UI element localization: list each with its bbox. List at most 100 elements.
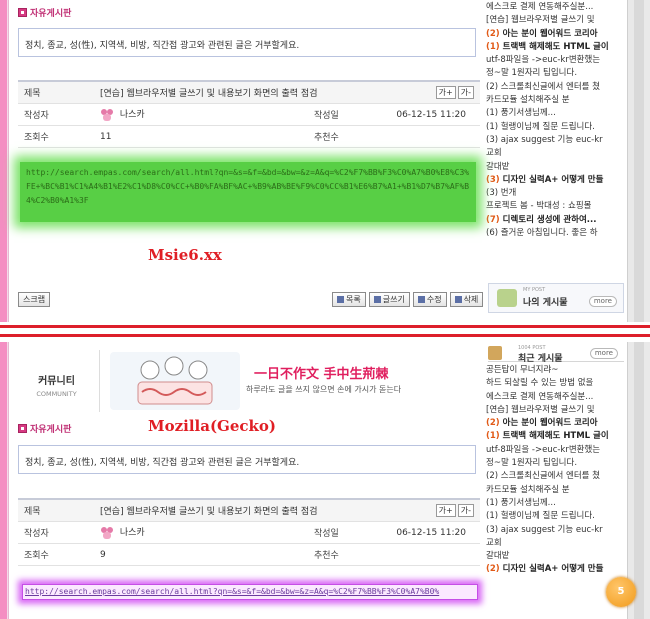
- list-item-text: 트랙백 해제해도 HTML 글이: [502, 431, 609, 442]
- list-item-text: 디자인 실력A+ 어떻게 만들: [502, 564, 604, 575]
- list-item[interactable]: utf-8파일을 ->euc-kr변환했는: [486, 444, 626, 457]
- font-increase-button[interactable]: 가+: [435, 86, 456, 99]
- list-item[interactable]: 에스크로 결제 연동해주실분...: [486, 391, 626, 404]
- board-title[interactable]: 자유게시판: [18, 6, 71, 19]
- list-item[interactable]: (3) 디자인 실력A+ 어떻게 만들: [486, 174, 626, 187]
- community-label[interactable]: 커뮤니티 COMMUNITY: [14, 350, 100, 412]
- scroll-top-button[interactable]: 5: [606, 577, 636, 607]
- list-item[interactable]: (7) 디렉토리 생성에 관하여...: [486, 214, 626, 227]
- list-item[interactable]: 공든탑이 무너지랴~: [486, 364, 626, 377]
- write-button-label: 글쓰기: [382, 295, 405, 304]
- list-item-text: 트랙백 해제해도 HTML 글이: [502, 41, 609, 52]
- author-name[interactable]: 나스카: [120, 110, 145, 120]
- list-item[interactable]: 갈대밭: [486, 550, 626, 563]
- banner-slogan-sub: 하루라도 글을 쓰지 않으면 손에 가시가 돋는다: [246, 385, 402, 394]
- author-cell: 나스카: [100, 107, 308, 122]
- font-decrease-button[interactable]: 가-: [457, 86, 474, 99]
- avatar-icon: [101, 108, 113, 121]
- page-scrollbar[interactable]: [627, 342, 650, 619]
- list-item[interactable]: 하드 되살릴 수 있는 방법 없을: [486, 377, 626, 390]
- list-item[interactable]: 교회: [486, 537, 626, 550]
- list-item[interactable]: 에스크로 결제 연동해주실분...: [486, 1, 626, 14]
- write-button[interactable]: 글쓰기: [368, 292, 410, 307]
- comment-count: (7): [486, 214, 500, 225]
- list-item-text: (1) 풍기서생님께...: [486, 108, 556, 119]
- list-item[interactable]: (2) 스크롤최신글에서 엔터를 쳤: [486, 81, 626, 94]
- divider-line-2: [0, 334, 650, 337]
- font-decrease-button[interactable]: 가-: [457, 504, 474, 517]
- list-item[interactable]: (1) 풍기서생님께...: [486, 107, 626, 120]
- browser-caption: Mozilla(Gecko): [148, 417, 277, 435]
- post-body-link[interactable]: http://search.empas.com/search/all.html?…: [22, 584, 478, 600]
- my-posts-box[interactable]: MY POST 나의 게시물 more: [488, 283, 624, 313]
- board-title-label: 자유게시판: [30, 425, 72, 435]
- list-icon: [337, 296, 344, 303]
- list-item[interactable]: (3) 번개: [486, 187, 626, 200]
- list-item-text: 교회: [486, 148, 502, 159]
- date-label: 작성일: [314, 529, 339, 539]
- left-button-row: 스크랩: [18, 292, 51, 307]
- board-square-icon: [18, 8, 27, 17]
- views-count: 11: [100, 131, 112, 142]
- board-title[interactable]: 자유게시판: [18, 422, 71, 435]
- subject-label: 제목: [24, 89, 41, 99]
- list-item-text: 교회: [486, 537, 502, 548]
- list-item[interactable]: (2) 아는 분이 웹어워드 코리아: [486, 417, 626, 430]
- list-item[interactable]: 갈대밭: [486, 161, 626, 174]
- more-button[interactable]: more: [589, 348, 618, 359]
- list-item[interactable]: (1) 헐랭이님께 질문 드립니다.: [486, 121, 626, 134]
- list-item-text: 갈대밭: [486, 551, 510, 562]
- list-item[interactable]: (2) 스크롤최신글에서 엔터를 쳤: [486, 470, 626, 483]
- views-row: 조회수 11 추천수: [18, 126, 480, 148]
- list-item-text: (2) 스크롤최신글에서 엔터를 쳤: [486, 471, 600, 482]
- list-item[interactable]: (1) 트랙백 해제해도 HTML 글이: [486, 430, 626, 443]
- list-item[interactable]: (1) 헐랭이님께 질문 드립니다.: [486, 510, 626, 523]
- gecko-panel: 커뮤니티 COMMUNITY 一日不作文 手中生荊棘 하루라도 글을 쓰지 않으…: [0, 342, 650, 619]
- list-item[interactable]: 카드모듈 설치해주실 분: [486, 484, 626, 497]
- mypost-label: 나의 게시물: [523, 298, 568, 308]
- page-scrollbar[interactable]: [627, 0, 650, 322]
- list-item[interactable]: (1) 풍기서생님께...: [486, 497, 626, 510]
- list-item[interactable]: (1) 트랙백 해제해도 HTML 글이: [486, 41, 626, 54]
- author-name[interactable]: 나스카: [120, 528, 145, 538]
- list-item[interactable]: 정~말 1원자리 팁입니다.: [486, 67, 626, 80]
- list-item-text: 아는 분이 웹어워드 코리아: [502, 28, 598, 39]
- left-sidebar-strip: [0, 0, 9, 322]
- list-item[interactable]: (2) 아는 분이 웹어워드 코리아: [486, 28, 626, 41]
- list-item[interactable]: [연습] 웹브라우저별 글쓰기 및: [486, 14, 626, 27]
- list-item[interactable]: [연습] 웹브라우저별 글쓰기 및: [486, 404, 626, 417]
- list-item-text: 카드모듈 설치해주실 분: [486, 95, 570, 106]
- list-item[interactable]: utf-8파일을 ->euc-kr변환했는: [486, 54, 626, 67]
- divider-line-1: [0, 325, 650, 328]
- post-body-link[interactable]: http://search.empas.com/search/all.html?…: [20, 162, 476, 222]
- list-item-text: 디자인 실력A+ 어떻게 만들: [502, 174, 604, 185]
- list-item-text: (1) 풍기서생님께...: [486, 497, 556, 508]
- comment-count: (2): [486, 564, 500, 575]
- list-item-text: 정~말 1원자리 팁입니다.: [486, 458, 578, 469]
- edit-button[interactable]: 수정: [412, 292, 447, 307]
- views-count: 9: [100, 549, 106, 560]
- list-item[interactable]: (6) 즐거운 아침입니다. 좋은 하: [486, 227, 626, 240]
- comment-count: (3): [486, 174, 500, 185]
- delete-button[interactable]: 삭제: [449, 292, 484, 307]
- recommend-label: 추천수: [314, 133, 339, 143]
- edit-icon: [417, 296, 425, 303]
- list-item[interactable]: 프로젝트 봄 - 박대성 : 쇼핑몰: [486, 200, 626, 213]
- list-item[interactable]: 정~말 1원자리 팁입니다.: [486, 457, 626, 470]
- subject-row: 제목 [연습] 웹브라우저별 글쓰기 및 내용보기 화면의 출력 점검 가+ 가…: [18, 500, 480, 522]
- list-item-text: (1) 헐랭이님께 질문 드립니다.: [486, 511, 595, 522]
- list-item[interactable]: (3) ajax suggest 기능 euc-kr: [486, 134, 626, 147]
- post-date: 06-12-15 11:20: [396, 527, 466, 538]
- banner-slogan: 一日不作文 手中生荊棘: [254, 367, 389, 382]
- list-item[interactable]: 카드모듈 설치해주실 분: [486, 94, 626, 107]
- date-label: 작성일: [314, 111, 339, 121]
- comment-count: (2): [486, 418, 500, 429]
- list-item[interactable]: 교회: [486, 147, 626, 160]
- scrap-button[interactable]: 스크랩: [18, 292, 51, 307]
- list-button[interactable]: 목록: [332, 292, 366, 307]
- community-en: COMMUNITY: [36, 390, 77, 398]
- list-item[interactable]: (3) ajax suggest 기능 euc-kr: [486, 524, 626, 537]
- list-item[interactable]: (2) 디자인 실력A+ 어떻게 만들: [486, 563, 626, 576]
- font-increase-button[interactable]: 가+: [435, 504, 456, 517]
- more-button[interactable]: more: [588, 296, 617, 307]
